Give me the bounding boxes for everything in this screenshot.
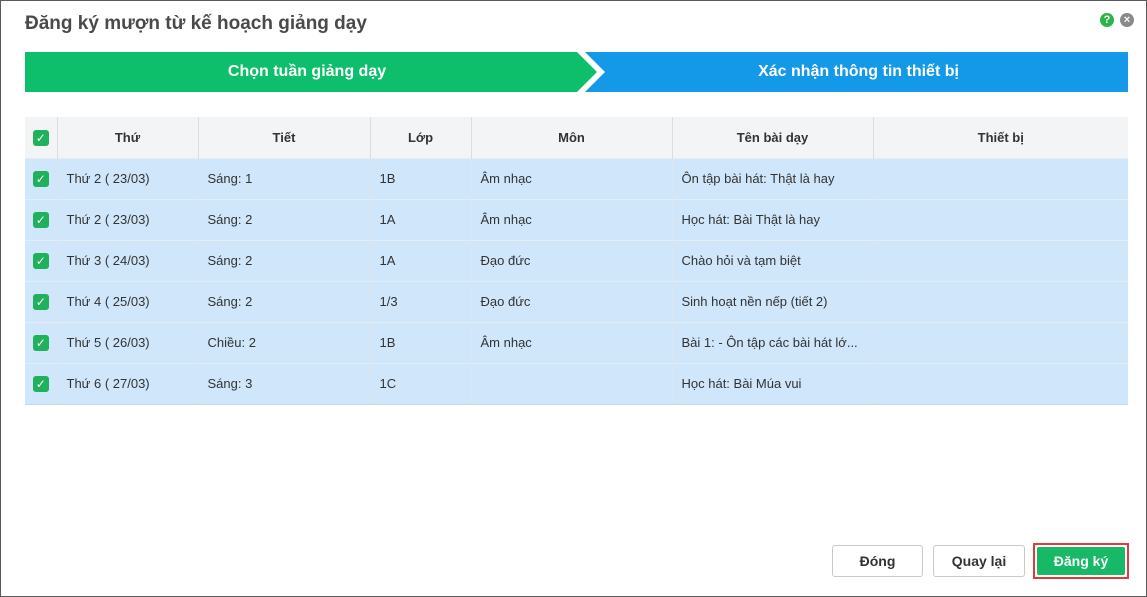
- cell-class: 1A: [370, 198, 472, 240]
- cell-lesson: Sinh hoạt nền nếp (tiết 2): [672, 280, 874, 322]
- column-header-class[interactable]: Lớp: [370, 117, 472, 158]
- cell-lesson: Học hát: Bài Múa vui: [672, 362, 874, 405]
- check-icon: ✓: [32, 334, 49, 351]
- check-icon: ✓: [32, 252, 49, 269]
- row-checkbox[interactable]: ✓: [25, 157, 58, 199]
- cell-day: Thứ 5 ( 26/03): [57, 321, 199, 363]
- cell-period: Chiều: 2: [198, 321, 371, 363]
- step-choose-week[interactable]: Chọn tuần giảng dạy: [25, 52, 589, 92]
- cell-lesson: Chào hỏi và tạm biệt: [672, 239, 874, 281]
- check-icon: ✓: [32, 293, 49, 310]
- cell-lesson: Học hát: Bài Thật là hay: [672, 198, 874, 240]
- column-header-day[interactable]: Thứ: [57, 117, 199, 158]
- cell-device[interactable]: [873, 157, 1128, 199]
- cell-day: Thứ 3 ( 24/03): [57, 239, 199, 281]
- close-button[interactable]: Đóng: [832, 545, 923, 577]
- cell-day: Thứ 4 ( 25/03): [57, 280, 199, 322]
- wizard-steps: Chọn tuần giảng dạy Xác nhận thông tin t…: [25, 52, 1128, 92]
- check-icon: ✓: [32, 129, 49, 146]
- cell-device[interactable]: [873, 321, 1128, 363]
- schedule-table: ✓ Thứ Tiết Lớp Môn Tên bài dạy Thiết bị …: [25, 117, 1128, 405]
- cell-class: 1C: [370, 362, 472, 405]
- cell-period: Sáng: 2: [198, 198, 371, 240]
- cell-day: Thứ 6 ( 27/03): [57, 362, 199, 405]
- table-row[interactable]: ✓ Thứ 5 ( 26/03) Chiều: 2 1B Âm nhạc Bài…: [25, 321, 1128, 363]
- cell-device[interactable]: [873, 239, 1128, 281]
- help-icon[interactable]: ?: [1100, 13, 1114, 27]
- column-header-device[interactable]: Thiết bị: [873, 117, 1128, 158]
- table-row[interactable]: ✓ Thứ 2 ( 23/03) Sáng: 2 1A Âm nhạc Học …: [25, 198, 1128, 240]
- cell-subject: Âm nhạc: [471, 198, 673, 240]
- select-all-checkbox[interactable]: ✓: [25, 117, 58, 158]
- cell-period: Sáng: 3: [198, 362, 371, 405]
- cell-class: 1A: [370, 239, 472, 281]
- cell-period: Sáng: 2: [198, 280, 371, 322]
- cell-class: 1/3: [370, 280, 472, 322]
- column-header-period[interactable]: Tiết: [198, 117, 371, 158]
- cell-day: Thứ 2 ( 23/03): [57, 198, 199, 240]
- cell-period: Sáng: 1: [198, 157, 371, 199]
- register-button[interactable]: Đăng ký: [1037, 547, 1125, 575]
- cell-class: 1B: [370, 157, 472, 199]
- table-row[interactable]: ✓ Thứ 6 ( 27/03) Sáng: 3 1C Học hát: Bài…: [25, 362, 1128, 405]
- row-checkbox[interactable]: ✓: [25, 280, 58, 322]
- row-checkbox[interactable]: ✓: [25, 321, 58, 363]
- cell-lesson: Ôn tập bài hát: Thật là hay: [672, 157, 874, 199]
- cell-day: Thứ 2 ( 23/03): [57, 157, 199, 199]
- cell-class: 1B: [370, 321, 472, 363]
- cell-subject: Đạo đức: [471, 280, 673, 322]
- cell-subject: Đạo đức: [471, 239, 673, 281]
- table-row[interactable]: ✓ Thứ 3 ( 24/03) Sáng: 2 1A Đạo đức Chào…: [25, 239, 1128, 281]
- cell-device[interactable]: [873, 280, 1128, 322]
- table-header-row: ✓ Thứ Tiết Lớp Môn Tên bài dạy Thiết bị: [25, 117, 1128, 158]
- back-button[interactable]: Quay lại: [933, 545, 1025, 577]
- cell-device[interactable]: [873, 198, 1128, 240]
- table-row[interactable]: ✓ Thứ 2 ( 23/03) Sáng: 1 1B Âm nhạc Ôn t…: [25, 157, 1128, 199]
- cell-period: Sáng: 2: [198, 239, 371, 281]
- check-icon: ✓: [32, 375, 49, 392]
- table-body: ✓ Thứ 2 ( 23/03) Sáng: 1 1B Âm nhạc Ôn t…: [25, 157, 1128, 405]
- cell-lesson: Bài 1: - Ôn tập các bài hát lớ...: [672, 321, 874, 363]
- row-checkbox[interactable]: ✓: [25, 198, 58, 240]
- cell-subject: [471, 362, 673, 405]
- cell-subject: Âm nhạc: [471, 157, 673, 199]
- row-checkbox[interactable]: ✓: [25, 239, 58, 281]
- check-icon: ✓: [32, 170, 49, 187]
- column-header-lesson[interactable]: Tên bài dạy: [672, 117, 874, 158]
- dialog-title: Đăng ký mượn từ kế hoạch giảng dạy: [25, 13, 367, 34]
- step-confirm-devices[interactable]: Xác nhận thông tin thiết bị: [589, 52, 1128, 92]
- borrow-dialog: Đăng ký mượn từ kế hoạch giảng dạy ? × C…: [0, 0, 1147, 597]
- close-icon[interactable]: ×: [1120, 13, 1134, 27]
- cell-device[interactable]: [873, 362, 1128, 405]
- schedule-table-wrapper: ✓ Thứ Tiết Lớp Môn Tên bài dạy Thiết bị …: [25, 117, 1128, 405]
- table-row[interactable]: ✓ Thứ 4 ( 25/03) Sáng: 2 1/3 Đạo đức Sin…: [25, 280, 1128, 322]
- check-icon: ✓: [32, 211, 49, 228]
- column-header-subject[interactable]: Môn: [471, 117, 673, 158]
- cell-subject: Âm nhạc: [471, 321, 673, 363]
- row-checkbox[interactable]: ✓: [25, 362, 58, 405]
